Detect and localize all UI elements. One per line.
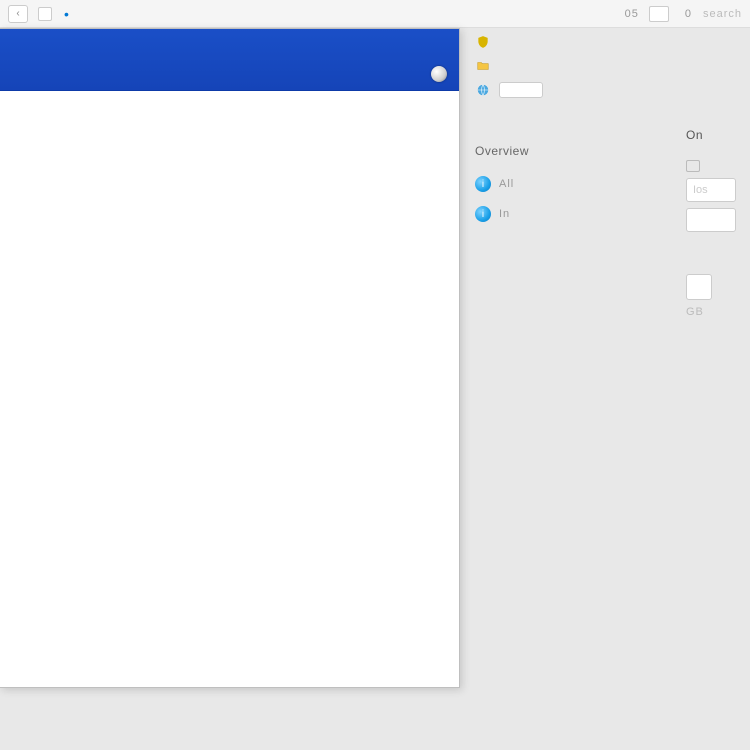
back-button[interactable]: ‹ [8, 5, 28, 23]
list-item[interactable]: i All [475, 176, 645, 192]
right-panel-box[interactable] [686, 208, 736, 232]
right-box-text: Ios [693, 184, 708, 196]
side-row-globe[interactable] [475, 78, 645, 102]
side-row-chip[interactable] [499, 82, 543, 98]
tab-indicator[interactable] [38, 7, 52, 21]
section-label: Overview [475, 144, 645, 158]
main-window [0, 28, 460, 688]
address-zero: 0 [685, 8, 691, 20]
side-row-shield[interactable] [475, 30, 645, 54]
folder-icon [475, 58, 491, 74]
list-item[interactable]: i In [475, 206, 645, 222]
header-orb-icon[interactable] [431, 66, 447, 82]
titlebar: ‹ • 05 0 search [0, 0, 750, 28]
active-dot-icon: • [64, 7, 69, 21]
list-item-label: In [499, 208, 510, 220]
side-panel: Overview i All i In [475, 30, 645, 236]
right-panel-caption: GB [686, 306, 744, 318]
window-header [0, 29, 459, 91]
right-panel-header: On [686, 128, 744, 142]
list-item-label: All [499, 178, 514, 190]
side-row-folder[interactable] [475, 54, 645, 78]
shield-icon [475, 34, 491, 50]
info-bullet-icon: i [475, 176, 491, 192]
right-panel-line [686, 160, 744, 172]
right-panel-box[interactable]: Ios [686, 178, 736, 202]
address-icon[interactable] [649, 6, 669, 22]
info-bullet-icon: i [475, 206, 491, 222]
address-text: search [703, 8, 742, 20]
right-panel-square[interactable] [686, 274, 712, 300]
window-content-area [0, 91, 459, 687]
right-panel: On Ios GB [680, 128, 750, 318]
address-number: 05 [625, 8, 639, 20]
mini-box-icon [686, 160, 700, 172]
globe-icon [475, 82, 491, 98]
side-list: i All i In [475, 176, 645, 222]
